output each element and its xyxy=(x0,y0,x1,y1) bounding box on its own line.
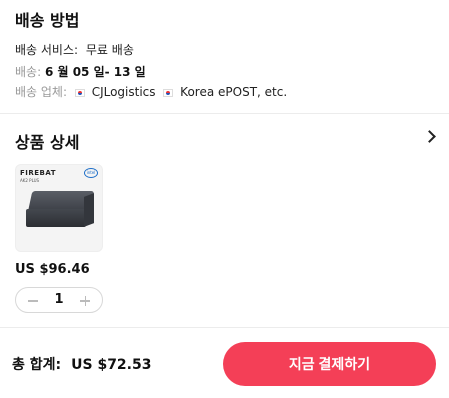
delivery-date-row: 배송: 6 월 05 일- 13 일 xyxy=(15,64,146,80)
carrier-row: 배송 업체: CJLogistics Korea ePOST, etc. xyxy=(15,84,287,100)
plus-icon-vertical xyxy=(84,296,86,306)
total-amount: US $72.53 xyxy=(71,357,152,373)
details-title: 상품 상세 xyxy=(15,133,80,152)
order-total: 총 합계: US $72.53 xyxy=(12,354,151,374)
device-image-front xyxy=(26,209,86,227)
delivery-date-value: 6 월 05 일- 13 일 xyxy=(44,65,146,79)
chevron-right-icon[interactable] xyxy=(423,130,436,143)
product-brand: FIREBAT xyxy=(20,169,57,177)
carrier-label: 배송 업체: xyxy=(15,85,68,99)
product-thumbnail[interactable]: FIREBAT AK2 PLUS intel xyxy=(15,164,103,252)
shipping-section: 배송 방법 배송 서비스: 무료 배송 배송: 6 월 05 일- 13 일 배… xyxy=(0,0,449,113)
delivery-label: 배송: xyxy=(15,65,42,79)
checkout-footer: 총 합계: US $72.53 지금 결제하기 xyxy=(0,328,449,398)
total-label: 총 합계: xyxy=(12,357,62,373)
shipping-service-row: 배송 서비스: 무료 배송 xyxy=(15,42,134,58)
flag-kr-icon xyxy=(163,89,174,97)
pay-now-button[interactable]: 지금 결제하기 xyxy=(223,342,436,386)
product-model: AK2 PLUS xyxy=(20,178,40,183)
shipping-service-label: 배송 서비스: xyxy=(15,43,79,57)
product-price: US $96.46 xyxy=(15,262,90,277)
shipping-service-value: 무료 배송 xyxy=(85,43,134,57)
carrier-1: CJLogistics xyxy=(91,85,156,99)
quantity-stepper: 1 xyxy=(15,287,103,313)
flag-kr-icon xyxy=(74,89,85,97)
carrier-2: Korea ePOST, etc. xyxy=(180,85,288,99)
intel-badge: intel xyxy=(84,168,98,178)
device-image-side xyxy=(84,193,94,227)
increase-quantity-button[interactable] xyxy=(72,288,102,312)
product-details-section: 상품 상세 FIREBAT AK2 PLUS intel US $96.46 1 xyxy=(0,114,449,327)
shipping-title: 배송 방법 xyxy=(15,11,80,30)
